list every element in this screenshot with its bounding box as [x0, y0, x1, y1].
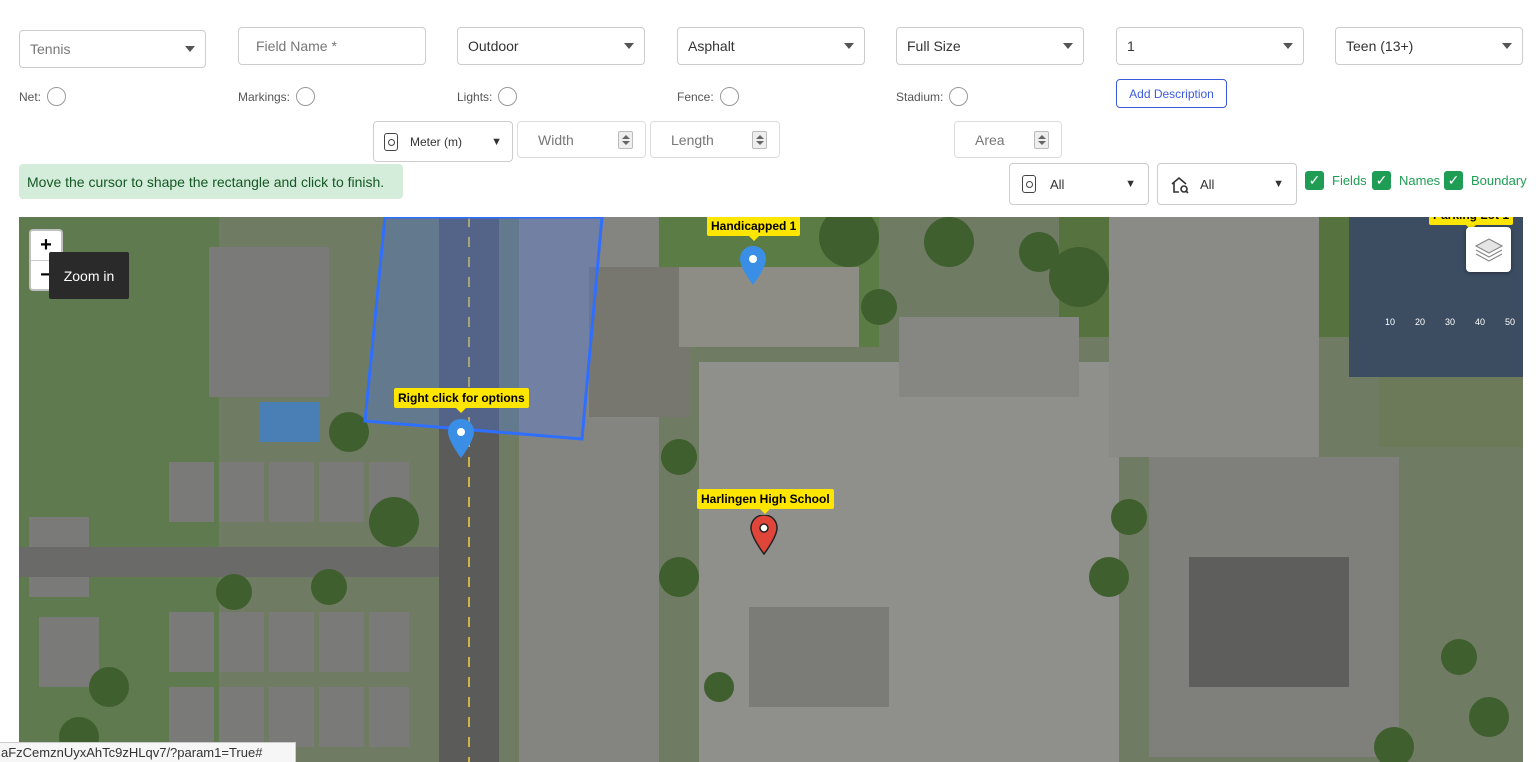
- measure-icon: [384, 132, 398, 151]
- add-description-button[interactable]: Add Description: [1116, 79, 1227, 108]
- environment-select-value: Outdoor: [468, 38, 519, 54]
- environment-select[interactable]: Outdoor: [457, 27, 645, 65]
- home-search-icon: [1170, 176, 1190, 194]
- zoom-in-tooltip: Zoom in: [49, 252, 129, 299]
- caret-down-icon: ▼: [491, 135, 502, 148]
- lights-radio[interactable]: [498, 87, 518, 106]
- red-pin-marker[interactable]: [750, 515, 778, 555]
- fields-checkbox[interactable]: ✓ Fields: [1305, 171, 1367, 190]
- field-type-filter[interactable]: All ▼: [1009, 163, 1149, 205]
- map-label-right-click: Right click for options: [394, 388, 529, 413]
- markings-radio[interactable]: [296, 87, 316, 106]
- layers-button[interactable]: [1466, 227, 1511, 272]
- field-number: 10: [1385, 317, 1395, 327]
- fence-toggle[interactable]: Fence:: [677, 87, 739, 106]
- stadium-toggle[interactable]: Stadium:: [896, 87, 969, 106]
- markings-toggle[interactable]: Markings:: [238, 87, 316, 106]
- fence-radio[interactable]: [719, 87, 739, 106]
- building-filter[interactable]: All ▼: [1157, 163, 1297, 205]
- spinner-icon[interactable]: [752, 131, 767, 149]
- names-checkbox-label: Names: [1399, 173, 1441, 188]
- boundary-checkbox[interactable]: ✓ Boundary: [1444, 171, 1527, 190]
- length-input[interactable]: Length: [650, 121, 780, 158]
- spinner-icon[interactable]: [618, 131, 633, 149]
- names-checkbox[interactable]: ✓ Names: [1372, 171, 1440, 190]
- field-type-filter-value: All: [1050, 176, 1065, 192]
- area-input[interactable]: Area: [954, 121, 1062, 158]
- unit-select[interactable]: Meter (m) ▼: [373, 121, 513, 162]
- width-input[interactable]: Width: [517, 121, 646, 158]
- spinner-icon[interactable]: [1034, 131, 1049, 149]
- check-icon: ✓: [1372, 171, 1391, 190]
- chevron-down-icon: [185, 46, 195, 52]
- age-group-select[interactable]: Teen (13+): [1335, 27, 1523, 65]
- map-label-school: Harlingen High School: [697, 489, 834, 514]
- check-icon: ✓: [1444, 171, 1463, 190]
- lights-toggle[interactable]: Lights:: [457, 87, 518, 106]
- size-select-value: Full Size: [907, 38, 961, 54]
- app-page: Tennis Field Name * Outdoor Asphalt Full…: [0, 0, 1536, 762]
- unit-select-value: Meter (m): [410, 134, 462, 149]
- age-group-select-value: Teen (13+): [1346, 38, 1414, 54]
- width-placeholder: Width: [538, 131, 574, 148]
- field-number: 40: [1475, 317, 1485, 327]
- stadium-label: Stadium:: [896, 89, 944, 104]
- lights-label: Lights:: [457, 89, 493, 104]
- chevron-down-icon: [1063, 43, 1073, 49]
- net-radio[interactable]: [47, 87, 67, 106]
- building-filter-value: All: [1200, 176, 1215, 192]
- measure-icon: [1022, 175, 1036, 193]
- length-placeholder: Length: [671, 131, 714, 148]
- chevron-down-icon: [844, 43, 854, 49]
- satellite-map[interactable]: 10 20 30 40 50 Handicapped 1 Right click…: [19, 217, 1523, 762]
- count-select-value: 1: [1127, 38, 1135, 54]
- draw-hint-banner: Move the cursor to shape the rectangle a…: [19, 164, 403, 199]
- chevron-down-icon: [624, 43, 634, 49]
- field-number: 50: [1505, 317, 1515, 327]
- blue-pin-marker[interactable]: [447, 419, 475, 459]
- count-select[interactable]: 1: [1116, 27, 1304, 65]
- status-url-bar: aFzCemznUyxAhTc9zHLqv7/?param1=True#: [0, 742, 296, 762]
- markings-label: Markings:: [238, 89, 291, 104]
- surface-select[interactable]: Asphalt: [677, 27, 865, 65]
- stadium-radio[interactable]: [949, 87, 969, 106]
- chevron-down-icon: [1502, 43, 1512, 49]
- map-label-parking: Parking Lot 1: [1429, 217, 1514, 230]
- blue-pin-marker[interactable]: [739, 246, 767, 286]
- boundary-checkbox-label: Boundary: [1471, 173, 1527, 188]
- surface-select-value: Asphalt: [688, 38, 735, 54]
- field-number: 30: [1445, 317, 1455, 327]
- net-toggle[interactable]: Net:: [19, 87, 67, 106]
- field-number: 20: [1415, 317, 1425, 327]
- area-placeholder: Area: [975, 131, 1005, 148]
- sport-select-value: Tennis: [30, 41, 71, 57]
- caret-down-icon: ▼: [1125, 178, 1136, 190]
- map-label-handicapped: Handicapped 1: [707, 217, 801, 241]
- fields-checkbox-label: Fields: [1332, 173, 1367, 188]
- caret-down-icon: ▼: [1273, 178, 1284, 190]
- field-name-placeholder: Field Name *: [256, 38, 337, 54]
- chevron-down-icon: [1283, 43, 1293, 49]
- size-select[interactable]: Full Size: [896, 27, 1084, 65]
- layers-icon: [1474, 237, 1503, 262]
- check-icon: ✓: [1305, 171, 1324, 190]
- fence-label: Fence:: [677, 89, 714, 104]
- field-name-input[interactable]: Field Name *: [238, 27, 426, 65]
- net-label: Net:: [19, 89, 42, 104]
- sport-select[interactable]: Tennis: [19, 30, 206, 68]
